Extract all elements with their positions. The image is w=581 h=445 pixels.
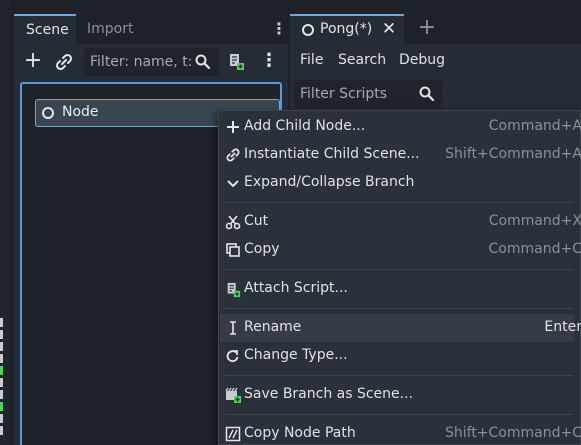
- menu-item-shortcut: Shift+Command+A: [445, 146, 581, 162]
- menu-item-shortcut: Enter: [544, 319, 581, 335]
- menu-item-copy-node-path[interactable]: Copy Node Path Shift+Command+C: [220, 420, 581, 445]
- close-icon[interactable]: ✕: [380, 19, 398, 41]
- copy-path-icon: [225, 426, 241, 442]
- menu-item-rename[interactable]: Rename Enter: [220, 314, 581, 342]
- menu-item-attach-script[interactable]: Attach Script...: [220, 275, 574, 303]
- menu-item-label: Attach Script...: [244, 280, 348, 296]
- attach-script-button[interactable]: [227, 52, 245, 72]
- filter-scripts-input[interactable]: Filter Scripts: [294, 80, 442, 108]
- search-icon: [194, 53, 212, 71]
- rename-icon: [225, 320, 241, 336]
- add-tab-icon[interactable]: +: [416, 15, 438, 41]
- menu-item-expand-collapse-branch[interactable]: Expand/Collapse Branch: [220, 169, 574, 197]
- node-icon: [42, 107, 54, 119]
- node-label: Node: [62, 104, 99, 120]
- scene-options-icon[interactable]: ⋮: [260, 50, 278, 74]
- menu-item-label: Change Type...: [244, 347, 348, 363]
- scene-filter-input[interactable]: Filter: name, t:t: [84, 48, 219, 76]
- context-menu: Add Child Node... Command+A Instantiate …: [218, 110, 581, 445]
- link-icon: [55, 53, 73, 71]
- dock-options-icon[interactable]: ⋮: [271, 20, 287, 40]
- scene-filter-placeholder: Filter: name, t:t: [90, 54, 192, 70]
- add-icon: [225, 119, 241, 135]
- menu-item-label: Copy Node Path: [244, 425, 356, 441]
- menu-debug[interactable]: Debug: [399, 52, 445, 68]
- menu-item-label: Expand/Collapse Branch: [244, 174, 415, 190]
- left-edge-markers: [0, 318, 3, 445]
- menu-separator: [225, 269, 573, 270]
- attach-script-icon: [225, 281, 241, 298]
- tab-import[interactable]: Import: [76, 14, 166, 44]
- menu-item-copy[interactable]: Copy Command+C: [220, 236, 581, 264]
- menu-item-label: Copy: [244, 241, 280, 257]
- link-icon: [225, 147, 241, 163]
- tab-scene[interactable]: Scene: [14, 14, 76, 44]
- save-branch-icon: [225, 387, 241, 403]
- instantiate-scene-button[interactable]: [54, 52, 76, 72]
- menu-separator: [225, 202, 573, 203]
- menu-item-shortcut: Command+C: [488, 241, 581, 257]
- menu-item-label: Cut: [244, 213, 269, 229]
- menu-item-label: Instantiate Child Scene...: [244, 146, 420, 162]
- menu-separator: [225, 308, 573, 309]
- menu-item-cut[interactable]: Cut Command+X: [220, 208, 581, 236]
- menu-item-change-type[interactable]: Change Type...: [220, 342, 574, 370]
- add-node-button[interactable]: +: [22, 50, 44, 72]
- change-type-icon: [225, 348, 241, 364]
- menu-item-instantiate-child-scene[interactable]: Instantiate Child Scene... Shift+Command…: [220, 141, 581, 169]
- menu-item-save-branch-as-scene[interactable]: Save Branch as Scene...: [220, 381, 574, 409]
- chevron-down-icon: [225, 175, 241, 191]
- menu-item-label: Rename: [244, 319, 302, 335]
- search-icon: [418, 85, 436, 103]
- tab-pong-label: Pong(*): [320, 21, 373, 37]
- menu-item-shortcut: Command+A: [488, 118, 581, 134]
- menu-item-label: Save Branch as Scene...: [244, 386, 414, 402]
- menu-item-shortcut: Shift+Command+C: [444, 425, 581, 441]
- scene-icon: [302, 24, 314, 36]
- copy-icon: [225, 242, 241, 258]
- menu-item-label: Add Child Node...: [244, 118, 366, 134]
- menu-item-add-child-node[interactable]: Add Child Node... Command+A: [220, 113, 581, 141]
- tab-pong[interactable]: Pong(*) ✕: [290, 14, 404, 44]
- scissors-icon: [225, 214, 241, 230]
- attach-script-icon: [230, 54, 244, 70]
- menu-search[interactable]: Search: [338, 52, 386, 68]
- menu-item-shortcut: Command+X: [488, 213, 581, 229]
- filter-scripts-placeholder: Filter Scripts: [300, 86, 388, 102]
- menu-separator: [225, 414, 573, 415]
- menu-separator: [225, 375, 573, 376]
- menu-file[interactable]: File: [300, 52, 323, 68]
